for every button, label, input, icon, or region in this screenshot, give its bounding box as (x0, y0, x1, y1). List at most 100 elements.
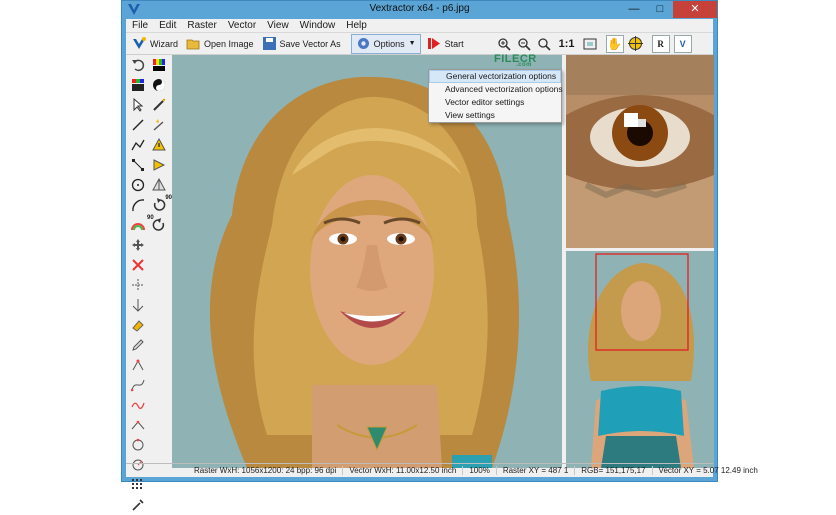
play-icon (427, 38, 440, 49)
app-window: Vextractor x64 - p6.jpg — □ ✕ File Edit … (121, 0, 758, 511)
pan-tool-button[interactable]: ✋ (605, 34, 624, 53)
crosshair-tool-button[interactable] (628, 36, 644, 52)
rotate-ccw-tool[interactable]: 90 (147, 215, 169, 235)
status-raster-xy: Raster XY = 487 1 (497, 466, 576, 475)
mirror-tool[interactable] (149, 175, 169, 195)
menu-window[interactable]: Window (300, 20, 336, 31)
navigator-thumbnail (566, 251, 714, 468)
menu-view[interactable]: View (267, 20, 289, 31)
open-folder-icon (186, 39, 200, 50)
menu-edit[interactable]: Edit (159, 20, 176, 31)
right-panel (566, 55, 714, 468)
raster-r-icon: R (657, 38, 664, 49)
circle-tool[interactable] (128, 175, 148, 195)
vector-mode-button[interactable]: V (673, 34, 692, 53)
undo-icon (132, 59, 145, 72)
node-line-tool[interactable] (128, 155, 148, 175)
node-edit-tool[interactable] (128, 355, 148, 375)
options-label: Options (373, 38, 405, 49)
magic-wand-icon (153, 98, 166, 111)
left-tool-palette: 90 90 (126, 55, 172, 511)
rainbow-icon (131, 223, 145, 231)
sparkle-tool[interactable] (149, 115, 169, 135)
navigator-view[interactable] (566, 251, 714, 468)
grayscale-tool[interactable] (149, 75, 169, 95)
open-image-label: Open Image (204, 38, 254, 49)
warning-triangle-icon (152, 138, 166, 151)
mirror-icon (152, 178, 166, 191)
rotate-ccw-icon (152, 218, 165, 231)
main-toolbar: Wizard Open Image Save Vector As Options (126, 32, 713, 55)
crosshair-icon (628, 36, 644, 51)
menu-advanced-options[interactable]: Advanced vectorization options (429, 83, 563, 96)
status-vector-size: Vector WxH: 11.00x12.50 inch (343, 466, 464, 475)
zoom-out-more-button[interactable] (536, 36, 552, 52)
color-mode-tool[interactable] (149, 55, 169, 75)
polyline-icon (131, 139, 145, 151)
warning-tool[interactable] (149, 135, 169, 155)
save-vector-button[interactable]: Save Vector As (260, 35, 343, 53)
circle-node-tool[interactable] (128, 435, 148, 455)
select-tool[interactable] (128, 95, 148, 115)
menu-view-settings[interactable]: View settings (429, 109, 561, 122)
fit-window-icon (583, 38, 597, 49)
sparkle-icon (153, 119, 164, 131)
zoom-in-button[interactable] (496, 36, 512, 52)
move-tool[interactable] (128, 235, 148, 255)
rotate-cw-tool[interactable]: 90 (149, 195, 172, 215)
wizard-icon (133, 37, 146, 49)
straighten-icon (131, 420, 145, 430)
pen-edit-tool[interactable] (128, 335, 148, 355)
vector-v-icon: V (679, 38, 686, 49)
smooth-tool[interactable] (128, 395, 148, 415)
arc-tool[interactable] (128, 195, 148, 215)
delete-tool[interactable] (128, 255, 148, 275)
rotate-cw-icon (153, 198, 166, 211)
line-tool[interactable] (128, 115, 148, 135)
client-area: File Edit Raster Vector View Window Help… (126, 19, 758, 511)
color-bars-icon (153, 59, 165, 71)
eraser-icon (132, 320, 144, 332)
grid-tool[interactable] (128, 475, 148, 495)
flip-tool[interactable] (149, 155, 169, 175)
options-button[interactable]: Options ▼ (350, 33, 421, 54)
undo-tool[interactable] (128, 55, 148, 75)
options-dropdown-menu: General vectorization options Advanced v… (428, 69, 563, 123)
arc-icon (132, 199, 145, 212)
wizard-button[interactable]: Wizard (130, 35, 180, 53)
menu-vector-editor-settings[interactable]: Vector editor settings (429, 96, 561, 109)
minimize-button[interactable]: — (621, 1, 647, 18)
rainbow-tool[interactable] (128, 215, 148, 235)
menu-raster[interactable]: Raster (187, 20, 216, 31)
start-button[interactable]: Start (425, 35, 466, 53)
open-image-button[interactable]: Open Image (184, 35, 256, 53)
maximize-button[interactable]: □ (647, 1, 673, 18)
fit-window-button[interactable] (582, 36, 598, 52)
color-swatch-tool[interactable] (128, 75, 148, 95)
tool-column-1 (128, 55, 148, 515)
zoom-search-icon (537, 37, 551, 51)
circle-icon (131, 178, 145, 192)
start-label: Start (444, 38, 464, 49)
polyline-tool[interactable] (128, 135, 148, 155)
split-node-icon (132, 279, 144, 291)
menu-vector[interactable]: Vector (228, 20, 256, 31)
node-line-icon (132, 159, 144, 171)
magic-wand-tool[interactable] (149, 95, 169, 115)
bezier-icon (131, 379, 145, 392)
close-button[interactable]: ✕ (673, 1, 717, 18)
actual-size-button[interactable]: 1:1 (556, 36, 578, 52)
join-node-tool[interactable] (128, 295, 148, 315)
zoom-out-button[interactable] (516, 36, 532, 52)
menu-general-options[interactable]: General vectorization options (429, 70, 561, 83)
eyedropper-tool[interactable] (128, 495, 148, 515)
bezier-tool[interactable] (128, 375, 148, 395)
split-node-tool[interactable] (128, 275, 148, 295)
raster-mode-button[interactable]: R (651, 34, 670, 53)
menu-help[interactable]: Help (346, 20, 367, 31)
eraser-tool[interactable] (128, 315, 148, 335)
menu-file[interactable]: File (132, 20, 148, 31)
straighten-tool[interactable] (128, 415, 148, 435)
join-node-icon (132, 299, 144, 312)
status-rgb: RGB= 151,175,17 (575, 466, 653, 475)
